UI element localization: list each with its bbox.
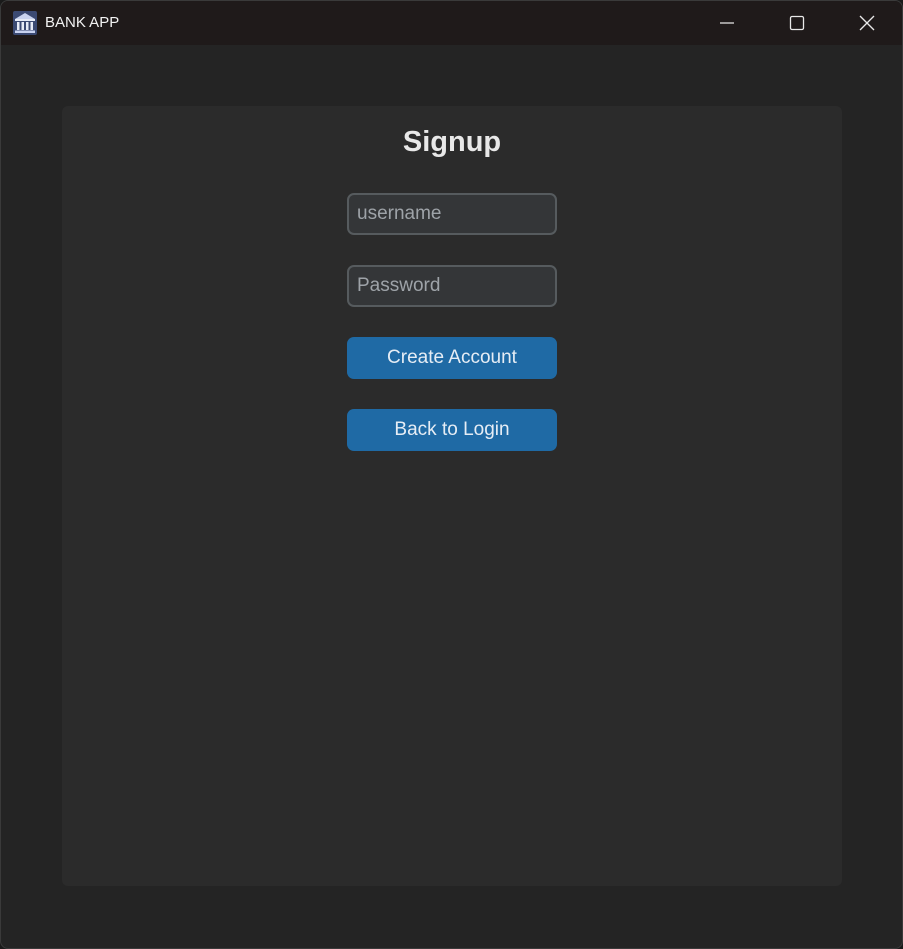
create-account-button[interactable]: Create Account [347,337,557,379]
back-to-login-button[interactable]: Back to Login [347,409,557,451]
bank-icon [13,11,37,35]
signup-card: Signup Create Account Back to Login [62,106,842,886]
username-input[interactable] [347,193,557,235]
minimize-button[interactable] [692,1,762,45]
close-button[interactable] [832,1,902,45]
app-window: BANK APP Signup username Create Account … [0,0,903,949]
maximize-icon [789,15,805,31]
password-input[interactable] [347,265,557,307]
title-bar[interactable]: BANK APP [1,1,902,45]
minimize-icon [719,15,735,31]
close-icon [859,15,875,31]
page-title: Signup [402,126,502,158]
window-title: BANK APP [45,14,120,31]
maximize-button[interactable] [762,1,832,45]
